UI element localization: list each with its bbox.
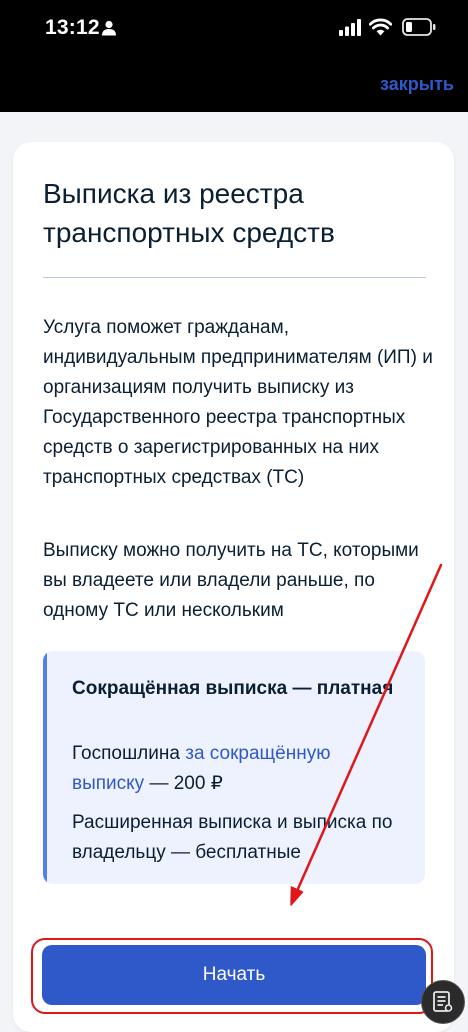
document-button[interactable]	[421, 980, 465, 1024]
page-title: Выписка из реестра транспортных средств	[43, 178, 335, 248]
battery-icon	[402, 18, 436, 36]
ownership-description: Выписку можно получить на ТС, которыми в…	[43, 540, 419, 621]
fee-amount: — 200 ₽	[144, 773, 223, 794]
status-bar: 13:12	[0, 0, 468, 112]
fee-info-box: Сокращённая выписка — платная Госпошлина…	[43, 651, 425, 884]
document-icon	[433, 991, 453, 1012]
fee-prefix: Госпошлина	[72, 743, 186, 764]
status-time: 13:12	[45, 16, 100, 39]
fee-text: Госпошлина за сокращённую выписку — 200 …	[72, 739, 402, 799]
close-link[interactable]: закрыть	[380, 74, 454, 95]
info-box-title: Сокращённая выписка — платная	[72, 678, 394, 699]
wifi-icon	[369, 18, 392, 36]
service-description: Услуга поможет гражданам, индивидуальным…	[43, 317, 433, 488]
info-box-accent	[43, 651, 47, 884]
signal-icon	[339, 19, 361, 36]
start-button[interactable]: Начать	[42, 945, 426, 1005]
free-note: Расширенная выписка и выписка по владель…	[72, 812, 393, 863]
person-icon	[102, 20, 116, 36]
title-divider	[43, 277, 426, 278]
